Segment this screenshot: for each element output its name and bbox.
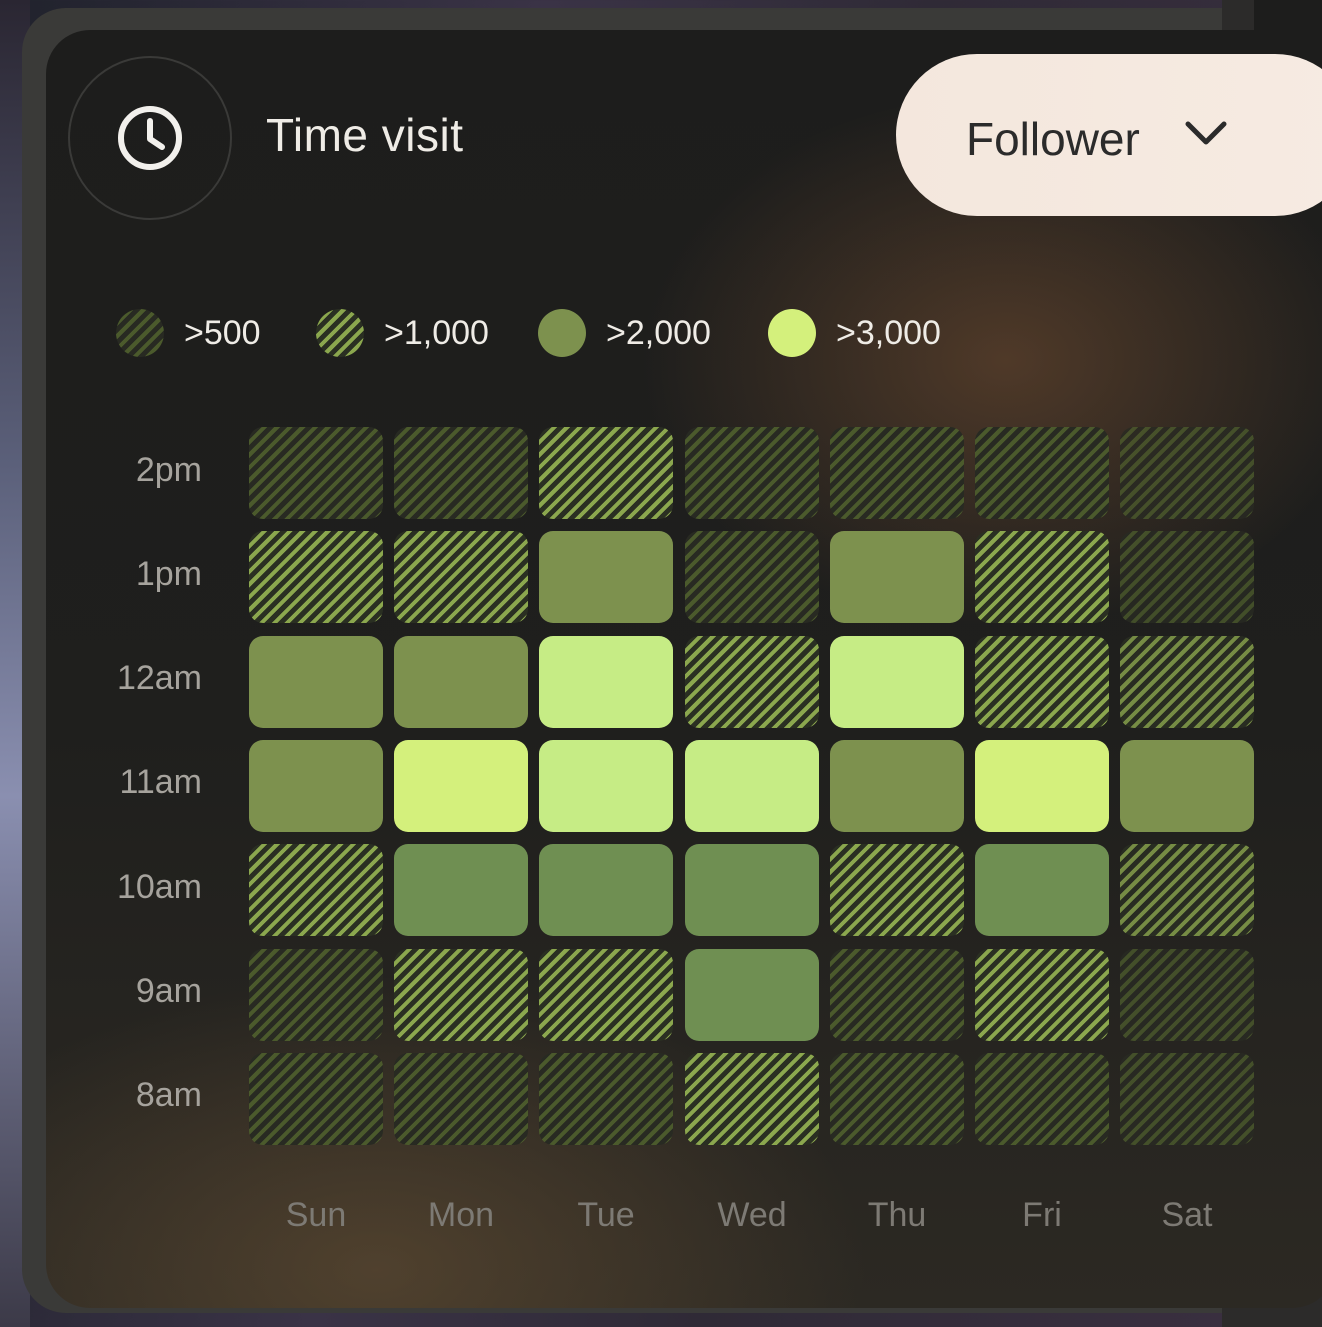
legend-item-3000: >3,000 xyxy=(768,308,941,358)
heatmap-cell-sat-8am[interactable] xyxy=(1120,1052,1255,1145)
heatmap-cell-sun-1pm[interactable] xyxy=(249,531,383,624)
chevron-down-icon xyxy=(1185,121,1227,145)
day-label: Sat xyxy=(1161,1196,1213,1234)
heatmap-cell-sun-2pm[interactable] xyxy=(249,427,383,519)
heatmap-cell-thu-9am[interactable] xyxy=(829,948,964,1041)
heatmap-cell-mon-2pm[interactable] xyxy=(394,427,529,519)
heatmap-cell-tue-8am[interactable] xyxy=(539,1052,674,1145)
heatmap-cell-fri-12am[interactable] xyxy=(975,635,1109,728)
heatmap-cell-fri-1pm[interactable] xyxy=(975,531,1109,624)
legend-swatch xyxy=(316,309,364,357)
heatmap-cell-wed-9am[interactable] xyxy=(684,948,819,1041)
heatmap-cell-tue-12am[interactable] xyxy=(539,635,674,728)
heatmap-cell-fri-9am[interactable] xyxy=(975,948,1109,1041)
heatmap-cell-mon-1pm[interactable] xyxy=(394,531,529,624)
heatmap-cell-sun-9am[interactable] xyxy=(249,948,383,1041)
hour-label: 11am xyxy=(119,763,202,801)
heatmap-cell-sat-10am[interactable] xyxy=(1120,844,1255,937)
heatmap-cell-sun-8am[interactable] xyxy=(249,1052,383,1145)
heatmap-cell-wed-10am[interactable] xyxy=(684,844,819,937)
heatmap-cell-tue-9am[interactable] xyxy=(539,948,674,1041)
heatmap-cell-thu-8am[interactable] xyxy=(829,1052,964,1145)
heatmap-cell-fri-10am[interactable] xyxy=(975,844,1109,937)
heatmap-cell-sun-11am[interactable] xyxy=(249,739,383,832)
dropdown-selected-value: Follower xyxy=(966,113,1140,165)
legend-swatch xyxy=(116,309,164,357)
clock-icon-button xyxy=(68,56,232,220)
heatmap-cell-thu-1pm[interactable] xyxy=(829,531,964,624)
heatmap-cell-thu-2pm[interactable] xyxy=(829,427,964,519)
heatmap-cell-mon-12am[interactable] xyxy=(394,635,529,728)
heatmap-cell-wed-2pm[interactable] xyxy=(684,427,819,519)
legend-swatch xyxy=(538,309,586,357)
day-label: Tue xyxy=(577,1196,635,1234)
heatmap-cell-mon-10am[interactable] xyxy=(394,844,529,937)
heatmap-cell-wed-11am[interactable] xyxy=(684,739,819,832)
heatmap-cell-tue-10am[interactable] xyxy=(539,844,674,937)
hour-label: 12am xyxy=(116,659,202,697)
card-title: Time visit xyxy=(266,109,464,161)
day-label: Thu xyxy=(867,1196,927,1234)
heatmap-cell-wed-8am[interactable] xyxy=(684,1052,819,1145)
hour-label: 9am xyxy=(135,972,202,1010)
legend-label: >1,000 xyxy=(384,313,489,352)
heatmap-cell-mon-8am[interactable] xyxy=(394,1052,529,1145)
day-label: Mon xyxy=(427,1196,495,1234)
heatmap-cell-wed-1pm[interactable] xyxy=(684,531,819,624)
legend-label: >500 xyxy=(184,313,261,352)
hour-label: 10am xyxy=(116,868,202,906)
heatmap-cell-sun-10am[interactable] xyxy=(249,844,383,937)
heatmap-cell-sat-1pm[interactable] xyxy=(1120,531,1255,624)
metric-dropdown[interactable]: Follower xyxy=(896,54,1322,216)
legend-item-500: >500 xyxy=(116,308,261,358)
legend-item-2000: >2,000 xyxy=(538,308,711,358)
heatmap-cell-sat-9am[interactable] xyxy=(1120,948,1255,1041)
hour-label: 8am xyxy=(135,1076,202,1114)
day-label: Fri xyxy=(1022,1196,1062,1234)
legend-label: >3,000 xyxy=(836,313,941,352)
heatmap-cell-thu-10am[interactable] xyxy=(829,844,964,937)
heatmap-cell-sun-12am[interactable] xyxy=(249,635,383,728)
heatmap-cell-thu-12am[interactable] xyxy=(829,635,964,728)
heatmap-cell-sat-11am[interactable] xyxy=(1120,739,1255,832)
clock-icon xyxy=(118,106,182,170)
legend-label: >2,000 xyxy=(606,313,711,352)
heatmap-cell-sat-12am[interactable] xyxy=(1120,635,1255,728)
hour-label: 2pm xyxy=(135,451,202,489)
heatmap-cell-wed-12am[interactable] xyxy=(684,635,819,728)
day-label: Sun xyxy=(285,1196,347,1234)
heatmap-cell-fri-8am[interactable] xyxy=(975,1052,1109,1145)
legend-swatch xyxy=(768,309,816,357)
heatmap-cell-sat-2pm[interactable] xyxy=(1120,427,1255,519)
heatmap-cell-tue-2pm[interactable] xyxy=(539,427,674,519)
heatmap-cell-fri-11am[interactable] xyxy=(975,739,1109,832)
heatmap-cell-mon-9am[interactable] xyxy=(394,948,529,1041)
legend-item-1000: >1,000 xyxy=(316,308,489,358)
heatmap-cell-tue-11am[interactable] xyxy=(539,739,674,832)
day-label: Wed xyxy=(717,1196,787,1234)
hour-label: 1pm xyxy=(135,555,202,593)
heatmap-cell-fri-2pm[interactable] xyxy=(975,427,1109,519)
heatmap-cell-tue-1pm[interactable] xyxy=(539,531,674,624)
heatmap-cell-mon-11am[interactable] xyxy=(394,739,529,832)
heatmap-cell-thu-11am[interactable] xyxy=(829,739,964,832)
